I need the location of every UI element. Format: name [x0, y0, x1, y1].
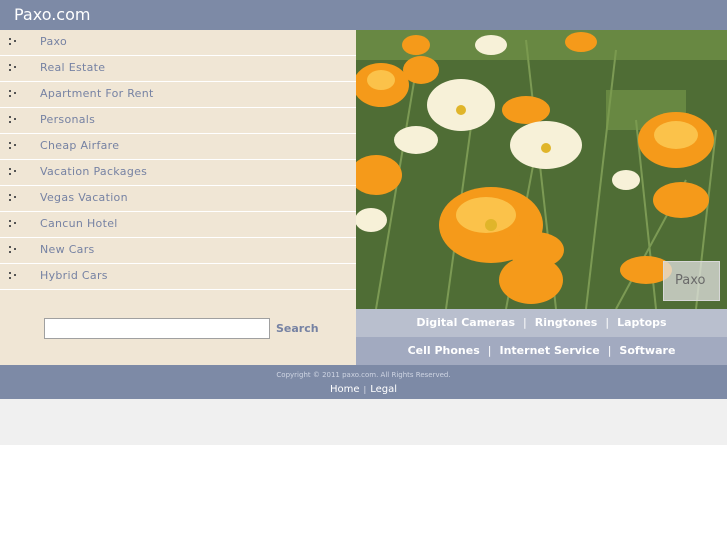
copyright-text: Copyright © 2011 paxo.com. All Rights Re…	[276, 371, 451, 379]
bullet-icon	[9, 194, 19, 202]
nav-item-label[interactable]: Vegas Vacation	[40, 191, 128, 204]
search-button[interactable]: Search	[276, 322, 319, 335]
bullet-icon	[9, 220, 19, 228]
bullet-icon	[9, 168, 19, 176]
paxo-logo-text: Paxo	[675, 273, 706, 288]
nav-item-label[interactable]: Personals	[40, 113, 95, 126]
bullet-icon	[9, 116, 19, 124]
link-separator: |	[607, 344, 612, 357]
footer: Copyright © 2011 paxo.com. All Rights Re…	[0, 365, 727, 399]
link-separator: |	[605, 316, 610, 329]
paxo-logo-badge: Paxo	[663, 261, 720, 301]
nav-item-new-cars[interactable]: New Cars	[0, 238, 356, 264]
link-cell-phones[interactable]: Cell Phones	[408, 344, 480, 357]
bullet-icon	[9, 246, 19, 254]
bullet-icon	[9, 90, 19, 98]
sidebar: Paxo Real Estate Apartment For Rent Pers…	[0, 30, 356, 365]
nav-item-label[interactable]: Apartment For Rent	[40, 87, 154, 100]
nav-item-label[interactable]: Paxo	[40, 35, 67, 48]
nav-item-vegas-vacation[interactable]: Vegas Vacation	[0, 186, 356, 212]
links-row-2: Cell Phones | Internet Service | Software	[356, 337, 727, 365]
bullet-icon	[9, 272, 19, 280]
footer-separator: |	[363, 385, 367, 394]
link-separator: |	[523, 316, 527, 329]
link-internet-service[interactable]: Internet Service	[500, 344, 600, 357]
nav-list: Paxo Real Estate Apartment For Rent Pers…	[0, 30, 356, 290]
nav-item-vacation-packages[interactable]: Vacation Packages	[0, 160, 356, 186]
search-input[interactable]	[44, 318, 270, 339]
nav-item-label[interactable]: Cancun Hotel	[40, 217, 118, 230]
footer-links: Home | Legal	[0, 384, 727, 395]
nav-item-cheap-airfare[interactable]: Cheap Airfare	[0, 134, 356, 160]
nav-item-apartment-for-rent[interactable]: Apartment For Rent	[0, 82, 356, 108]
nav-item-label[interactable]: Hybrid Cars	[40, 269, 108, 282]
nav-item-label[interactable]: Cheap Airfare	[40, 139, 119, 152]
bullet-icon	[9, 64, 19, 72]
nav-item-label[interactable]: New Cars	[40, 243, 95, 256]
nav-item-hybrid-cars[interactable]: Hybrid Cars	[0, 264, 356, 290]
footer-legal-link[interactable]: Legal	[370, 384, 397, 395]
link-ringtones[interactable]: Ringtones	[535, 316, 598, 329]
link-laptops[interactable]: Laptops	[617, 316, 667, 329]
nav-item-label[interactable]: Vacation Packages	[40, 165, 147, 178]
nav-item-paxo[interactable]: Paxo	[0, 30, 356, 56]
nav-item-cancun-hotel[interactable]: Cancun Hotel	[0, 212, 356, 238]
footer-home-link[interactable]: Home	[330, 384, 360, 395]
bullet-icon	[9, 142, 19, 150]
site-title[interactable]: Paxo.com	[14, 5, 90, 25]
bullet-icon	[9, 38, 19, 46]
link-digital-cameras[interactable]: Digital Cameras	[416, 316, 515, 329]
links-row-1: Digital Cameras | Ringtones | Laptops	[356, 309, 727, 337]
link-software[interactable]: Software	[619, 344, 675, 357]
site-header: Paxo.com	[0, 0, 727, 30]
bottom-band	[0, 399, 727, 445]
link-separator: |	[487, 344, 492, 357]
nav-item-personals[interactable]: Personals	[0, 108, 356, 134]
nav-item-label[interactable]: Real Estate	[40, 61, 105, 74]
nav-item-real-estate[interactable]: Real Estate	[0, 56, 356, 82]
